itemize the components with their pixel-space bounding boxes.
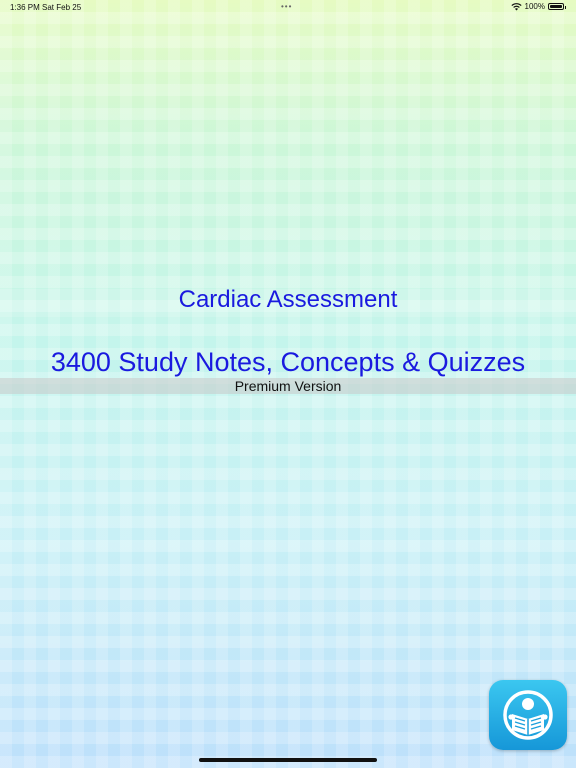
status-bar: 1:36 PM Sat Feb 25 ••• 100% <box>0 0 576 14</box>
version-label: Premium Version <box>234 378 342 394</box>
battery-percent: 100% <box>524 2 545 11</box>
wifi-icon <box>510 3 522 11</box>
status-time: 1:36 PM <box>10 3 40 12</box>
app-subtitle: 3400 Study Notes, Concepts & Quizzes <box>50 347 526 377</box>
reader-book-icon <box>503 690 553 740</box>
home-indicator[interactable] <box>199 758 377 762</box>
status-date: Sat Feb 25 <box>42 3 82 12</box>
app-title: Cardiac Assessment <box>178 286 398 313</box>
status-right-group: 100% <box>510 2 566 11</box>
app-icon-button[interactable] <box>489 680 567 750</box>
battery-icon <box>548 3 566 10</box>
multitasking-dots[interactable]: ••• <box>281 2 292 11</box>
battery-fill <box>550 5 562 8</box>
